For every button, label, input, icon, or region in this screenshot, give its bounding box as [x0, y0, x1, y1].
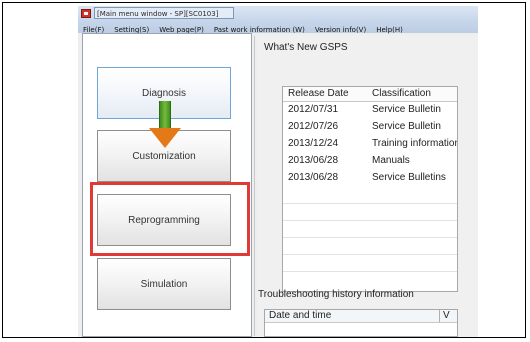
classification: Service Bulletins: [372, 172, 446, 183]
release-date: 2013/12/24: [288, 138, 339, 149]
troubleshooting-history-table: Date and time V: [264, 309, 458, 337]
menu-bar: File(F) Setting(S) Web page(P) Past work in…: [78, 17, 478, 34]
main-menu-window: [Main menu window - SP][SC0103] File(F) S…: [78, 6, 478, 337]
column-v[interactable]: V: [443, 310, 450, 324]
column-date-and-time[interactable]: Date and time: [269, 310, 331, 324]
classification: Training information: [372, 138, 458, 149]
reprogramming-highlight-box: [90, 182, 250, 256]
classification: Service Bulletin: [372, 121, 441, 132]
down-arrow-icon: [149, 128, 181, 148]
column-separator[interactable]: [439, 310, 440, 322]
whats-new-title: What's New GSPS: [264, 42, 348, 53]
classification: Service Bulletin: [372, 104, 441, 115]
column-release-date[interactable]: Release Date: [288, 87, 349, 102]
empty-row-divider: [283, 220, 457, 221]
info-panel: What's New GSPS Release Date Classificat…: [258, 36, 478, 337]
column-classification[interactable]: Classification: [372, 87, 431, 102]
release-date: 2013/06/28: [288, 155, 339, 166]
empty-row-divider: [283, 203, 457, 204]
troubleshooting-table-header: Date and time V: [265, 310, 457, 323]
troubleshooting-history-title: Troubleshooting history information: [258, 289, 414, 300]
whats-new-table-header: Release Date Classification: [283, 87, 457, 102]
classification: Manuals: [372, 155, 410, 166]
empty-row-divider: [283, 237, 457, 238]
release-date: 2012/07/31: [288, 104, 339, 115]
empty-row-divider: [283, 271, 457, 272]
empty-row-divider: [283, 254, 457, 255]
arrow-shaft: [159, 101, 171, 129]
simulation-button[interactable]: Simulation: [97, 258, 231, 310]
release-date: 2012/07/26: [288, 121, 339, 132]
release-date: 2013/06/28: [288, 172, 339, 183]
whats-new-table: Release Date Classification 2012/07/31 S…: [282, 86, 458, 292]
title-bar: [Main menu window - SP][SC0103] File(F) S…: [78, 6, 478, 34]
panel-divider: [254, 36, 255, 336]
